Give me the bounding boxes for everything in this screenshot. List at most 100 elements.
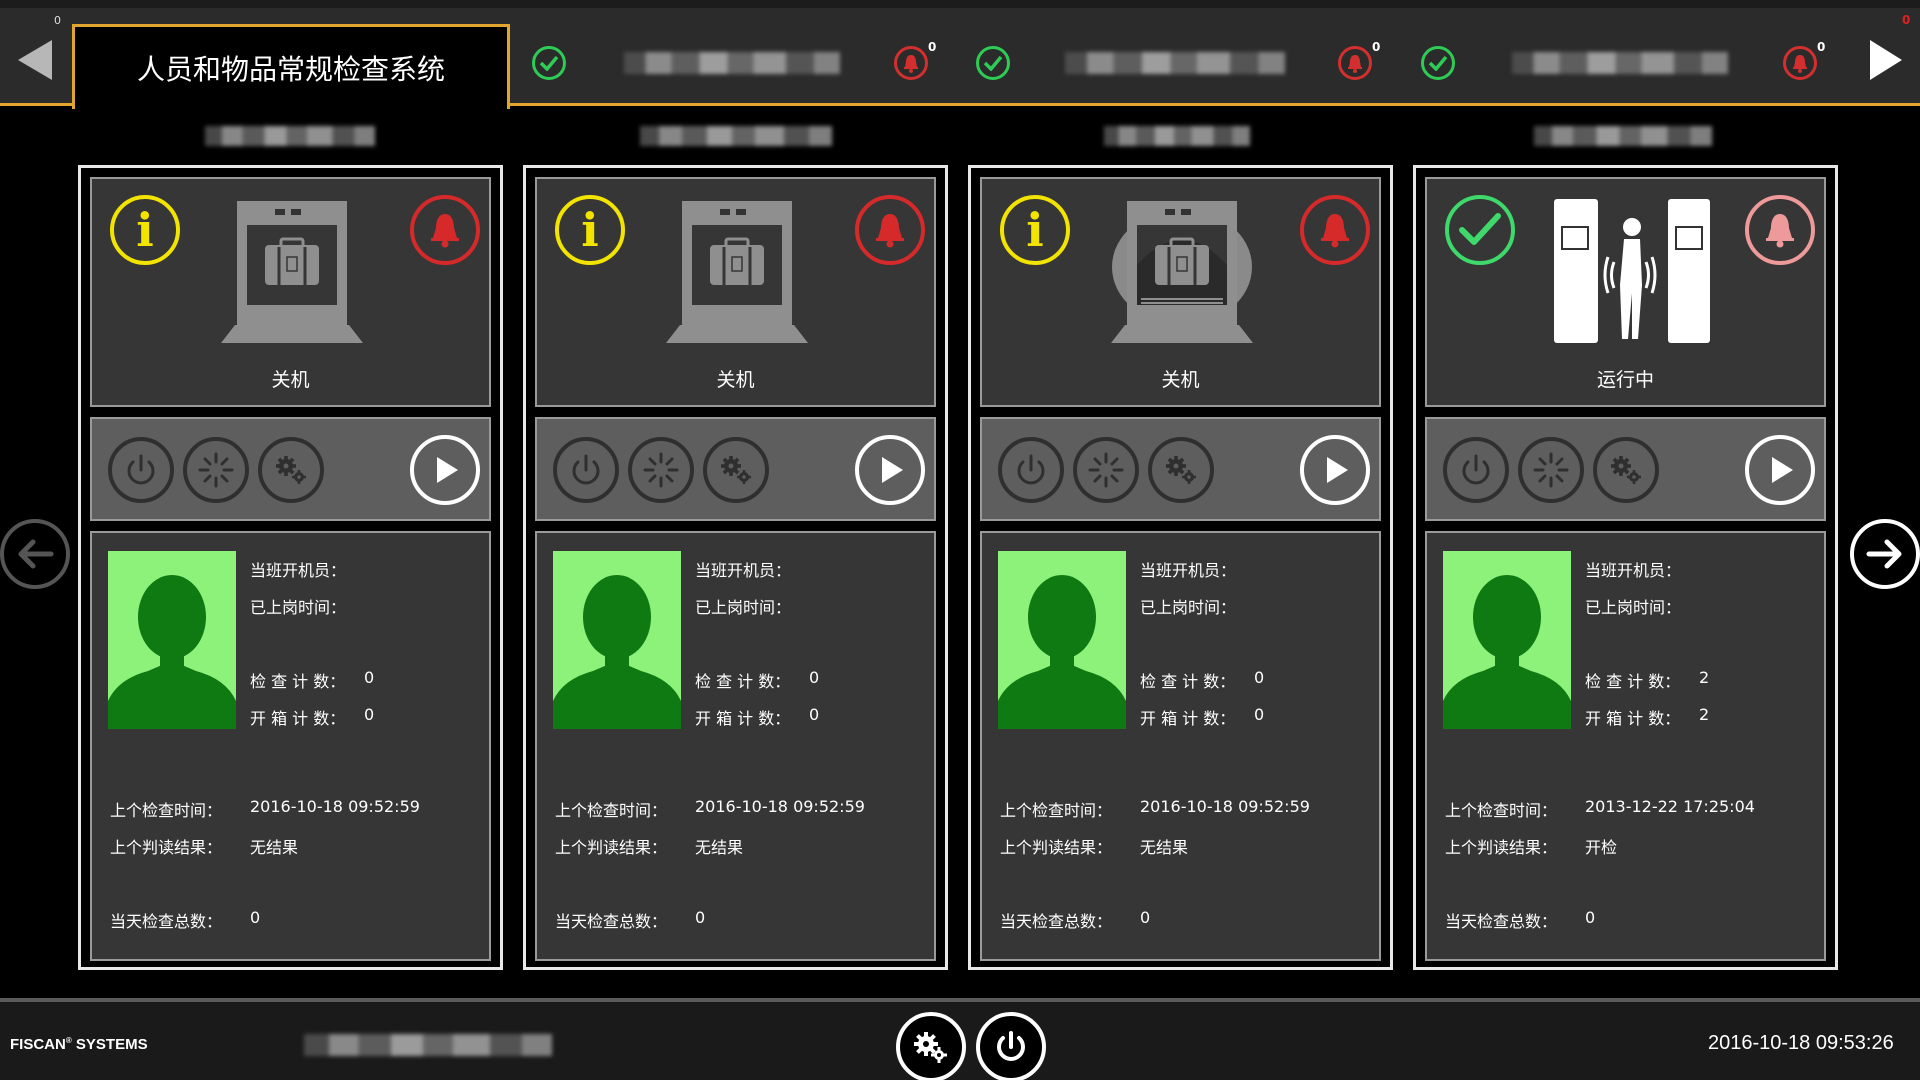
- alarm-bell-icon[interactable]: [1300, 195, 1370, 265]
- last-result-label: 上个判读结果：: [1000, 838, 1113, 857]
- info-icon[interactable]: i: [110, 195, 180, 265]
- operator-avatar: [553, 551, 681, 729]
- device-standby-button[interactable]: [1073, 437, 1139, 503]
- last-check-time-value: 2016-10-18 09:52:59: [250, 797, 420, 816]
- device-control-panel: [1425, 417, 1826, 521]
- last-check-time-label: 上个检查时间：: [1000, 801, 1113, 820]
- device-start-button[interactable]: [410, 435, 480, 505]
- alarm-bell-icon[interactable]: [1745, 195, 1815, 265]
- status-ok-icon[interactable]: [1421, 46, 1455, 80]
- device-group-name: [1512, 52, 1728, 74]
- device-name: [640, 126, 832, 146]
- alarm-count: 0: [1372, 40, 1381, 54]
- device-power-button[interactable]: [553, 437, 619, 503]
- open-count-value: 0: [809, 705, 820, 724]
- device-settings-button[interactable]: [1148, 437, 1214, 503]
- open-count-label: 开 箱 计 数：: [250, 709, 346, 728]
- device-name: [205, 126, 375, 146]
- on-duty-label: 已上岗时间：: [250, 598, 347, 617]
- device-start-button[interactable]: [1745, 435, 1815, 505]
- device-standby-button[interactable]: [183, 437, 249, 503]
- gear-icon: [914, 1032, 947, 1063]
- device-control-panel: [90, 417, 491, 521]
- last-check-time-value: 2016-10-18 09:52:59: [695, 797, 865, 816]
- on-duty-label: 已上岗时间：: [695, 598, 792, 617]
- info-icon[interactable]: i: [1000, 195, 1070, 265]
- device-card[interactable]: i 关机 当班开机员： 已上岗时间： 检 查 计 数： 0 开 箱 计 数： 0…: [523, 165, 948, 970]
- device-settings-button[interactable]: [1593, 437, 1659, 503]
- check-count-label: 检 查 计 数：: [1585, 672, 1681, 691]
- device-status-panel: 运行中: [1425, 177, 1826, 407]
- top-strip: [0, 0, 1920, 8]
- device-settings-button[interactable]: [258, 437, 324, 503]
- on-duty-label: 已上岗时间：: [1585, 598, 1682, 617]
- power-button[interactable]: [976, 1012, 1046, 1080]
- operator-label: 当班开机员：: [1585, 561, 1682, 580]
- last-check-time-label: 上个检查时间：: [555, 801, 668, 820]
- day-total-value: 0: [250, 908, 261, 927]
- device-info-panel: 当班开机员： 已上岗时间： 检 查 计 数： 2 开 箱 计 数： 2 上个检查…: [1425, 531, 1826, 961]
- device-status-panel: i 关机: [535, 177, 936, 407]
- alarm-bell-icon[interactable]: [410, 195, 480, 265]
- page-title: 人员和物品常规检查系统: [136, 53, 445, 86]
- play-icon: [1327, 457, 1348, 483]
- day-total-value: 0: [1140, 908, 1151, 927]
- day-total-label: 当天检查总数：: [1445, 912, 1558, 931]
- system-title-tab[interactable]: 人员和物品常规检查系统: [72, 24, 510, 109]
- check-count-value: 0: [1254, 668, 1265, 687]
- open-count-value: 0: [364, 705, 375, 724]
- operator-label: 当班开机员：: [1140, 561, 1237, 580]
- last-result-value: 无结果: [1140, 838, 1189, 857]
- body-scanner-icon: [1542, 195, 1712, 347]
- alarm-bell-icon[interactable]: [1783, 46, 1817, 80]
- device-power-button[interactable]: [108, 437, 174, 503]
- last-check-time-value: 2016-10-18 09:52:59: [1140, 797, 1310, 816]
- device-start-button[interactable]: [855, 435, 925, 505]
- device-group-name: [624, 52, 840, 74]
- device-standby-button[interactable]: [1518, 437, 1584, 503]
- day-total-label: 当天检查总数：: [1000, 912, 1113, 931]
- prev-page-icon[interactable]: [18, 40, 52, 80]
- device-settings-button[interactable]: [703, 437, 769, 503]
- next-page-icon[interactable]: [1870, 40, 1902, 80]
- open-count-value: 2: [1699, 705, 1710, 724]
- last-result-value: 无结果: [250, 838, 299, 857]
- device-standby-button[interactable]: [628, 437, 694, 503]
- device-start-button[interactable]: [1300, 435, 1370, 505]
- check-count-value: 0: [364, 668, 375, 687]
- alarm-bell-icon[interactable]: [855, 195, 925, 265]
- device-card[interactable]: 运行中 当班开机员： 已上岗时间： 检 查 计 数： 2 开 箱 计 数： 2 …: [1413, 165, 1838, 970]
- open-count-label: 开 箱 计 数：: [695, 709, 791, 728]
- device-control-panel: [980, 417, 1381, 521]
- open-count-label: 开 箱 计 数：: [1140, 709, 1236, 728]
- status-ok-icon[interactable]: [976, 46, 1010, 80]
- device-status-text: 关机: [716, 369, 755, 391]
- device-card[interactable]: i 关机 当班开机员： 已上岗时间： 检 查 计 数： 0 开 箱 计 数： 0…: [78, 165, 503, 970]
- info-icon[interactable]: i: [555, 195, 625, 265]
- device-card[interactable]: i 关机 当班开机员： 已上岗时间： 检 查 计 数： 0 开 箱 计 数： 0…: [968, 165, 1393, 970]
- ok-icon[interactable]: [1445, 195, 1515, 265]
- operator-label: 当班开机员：: [695, 561, 792, 580]
- last-result-label: 上个判读结果：: [110, 838, 223, 857]
- alarm-count: 0: [928, 40, 937, 54]
- device-info-panel: 当班开机员： 已上岗时间： 检 查 计 数： 0 开 箱 计 数： 0 上个检查…: [980, 531, 1381, 961]
- footer-blurred-info: [304, 1034, 552, 1056]
- alarm-count: 0: [1817, 40, 1826, 54]
- scroll-right-button[interactable]: [1850, 519, 1920, 589]
- device-info-panel: 当班开机员： 已上岗时间： 检 查 计 数： 0 开 箱 计 数： 0 上个检查…: [535, 531, 936, 961]
- scroll-left-button[interactable]: [0, 519, 70, 589]
- xray-machine-icon: [207, 195, 377, 347]
- operator-avatar: [108, 551, 236, 729]
- operator-avatar: [998, 551, 1126, 729]
- status-ok-icon[interactable]: [532, 46, 566, 80]
- last-result-value: 无结果: [695, 838, 744, 857]
- play-icon: [437, 457, 458, 483]
- settings-button[interactable]: [896, 1012, 966, 1080]
- last-result-label: 上个判读结果：: [555, 838, 668, 857]
- alarm-bell-icon[interactable]: [1338, 46, 1372, 80]
- alarm-bell-icon[interactable]: [894, 46, 928, 80]
- device-power-button[interactable]: [998, 437, 1064, 503]
- on-duty-label: 已上岗时间：: [1140, 598, 1237, 617]
- top-counter: 0: [54, 14, 61, 27]
- device-power-button[interactable]: [1443, 437, 1509, 503]
